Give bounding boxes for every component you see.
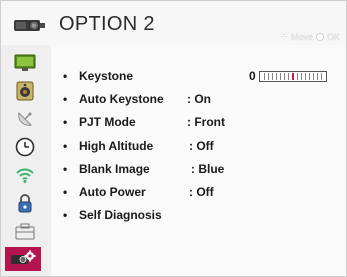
menu-item-label: Blank Image	[79, 162, 150, 176]
bullet: •	[63, 208, 68, 222]
lock-icon	[18, 194, 32, 213]
menu-item-pjt-mode[interactable]: • PJT Mode : Front	[63, 115, 338, 133]
category-sidebar	[1, 45, 51, 276]
option-icon	[15, 223, 35, 240]
sidebar-item-picture[interactable]	[10, 52, 40, 74]
title-bar: OPTION 2 ✥ Move OK	[1, 1, 346, 45]
slider-tick	[300, 72, 302, 80]
sidebar-item-network[interactable]	[10, 164, 40, 186]
sidebar-item-option[interactable]	[10, 220, 40, 242]
menu-item-value: : Off	[189, 185, 214, 199]
sidebar-item-option2[interactable]	[5, 247, 41, 271]
menu-item-value: : Blue	[191, 162, 225, 176]
menu-item-auto-keystone[interactable]: • Auto Keystone : On	[63, 92, 338, 110]
satellite-icon	[18, 112, 32, 126]
slider-tick	[263, 72, 265, 80]
network-icon	[16, 168, 34, 183]
slider-tick	[308, 72, 310, 80]
slider-tick	[267, 72, 269, 80]
menu-item-label: Keystone	[79, 69, 134, 83]
slider-tick	[304, 72, 306, 80]
sidebar-item-time[interactable]	[10, 136, 40, 158]
menu-item-self-diagnosis[interactable]: • Self Diagnosis	[63, 208, 338, 226]
menu-item-label: High Altitude	[79, 139, 154, 153]
slider-indicator	[291, 72, 294, 80]
ok-icon	[315, 32, 324, 41]
keystone-control[interactable]: 0	[249, 69, 327, 83]
slider-tick	[271, 72, 273, 80]
bullet: •	[63, 139, 68, 153]
page-title: OPTION 2	[59, 13, 155, 35]
dpad-icon: ✥	[279, 31, 288, 42]
menu-item-blank-image[interactable]: • Blank Image : Blue	[63, 162, 338, 180]
slider-tick	[279, 72, 281, 80]
keystone-slider[interactable]	[258, 70, 327, 82]
bullet: •	[63, 92, 68, 106]
menu-item-value: : Front	[187, 115, 225, 129]
sidebar-item-audio[interactable]	[10, 80, 40, 102]
bullet: •	[63, 185, 68, 199]
menu-item-value: : Off	[189, 139, 214, 153]
clock-icon	[15, 137, 35, 157]
bullet: •	[63, 115, 68, 129]
menu-item-value: : On	[187, 92, 211, 106]
slider-tick	[287, 72, 289, 80]
slider-tick	[320, 72, 322, 80]
menu-item-label: Auto Keystone	[79, 92, 164, 106]
menu-item-label: PJT Mode	[79, 115, 136, 129]
slider-tick	[275, 72, 277, 80]
slider-tick	[316, 72, 318, 80]
keystone-value: 0	[249, 69, 256, 83]
navigation-hint: ✥ Move OK	[280, 31, 340, 42]
menu-item-label: Self Diagnosis	[79, 208, 162, 222]
audio-icon	[16, 81, 34, 101]
menu-item-keystone[interactable]: • Keystone 0	[63, 69, 338, 87]
bullet: •	[63, 69, 68, 83]
slider-tick	[296, 72, 298, 80]
slider-tick	[283, 72, 285, 80]
sidebar-item-lock[interactable]	[10, 192, 40, 214]
menu-item-label: Auto Power	[79, 185, 146, 199]
projector-icon	[14, 20, 45, 31]
hint-ok-label: OK	[326, 31, 340, 42]
menu-content: • Keystone 0 • Auto Keystone: On • PJT …	[51, 45, 346, 276]
slider-tick	[312, 72, 314, 80]
projector-settings-icon	[11, 250, 36, 264]
bullet: •	[63, 162, 68, 176]
option-menu-window: OPTION 2 ✥ Move OK • Keystone 0 • Auto K…	[0, 0, 347, 277]
menu-item-auto-power[interactable]: • Auto Power : Off	[63, 185, 338, 203]
hint-move-label: Move	[290, 31, 313, 42]
sidebar-item-channel[interactable]	[10, 108, 40, 130]
menu-item-high-altitude[interactable]: • High Altitude : Off	[63, 139, 338, 157]
picture-icon	[14, 54, 36, 71]
